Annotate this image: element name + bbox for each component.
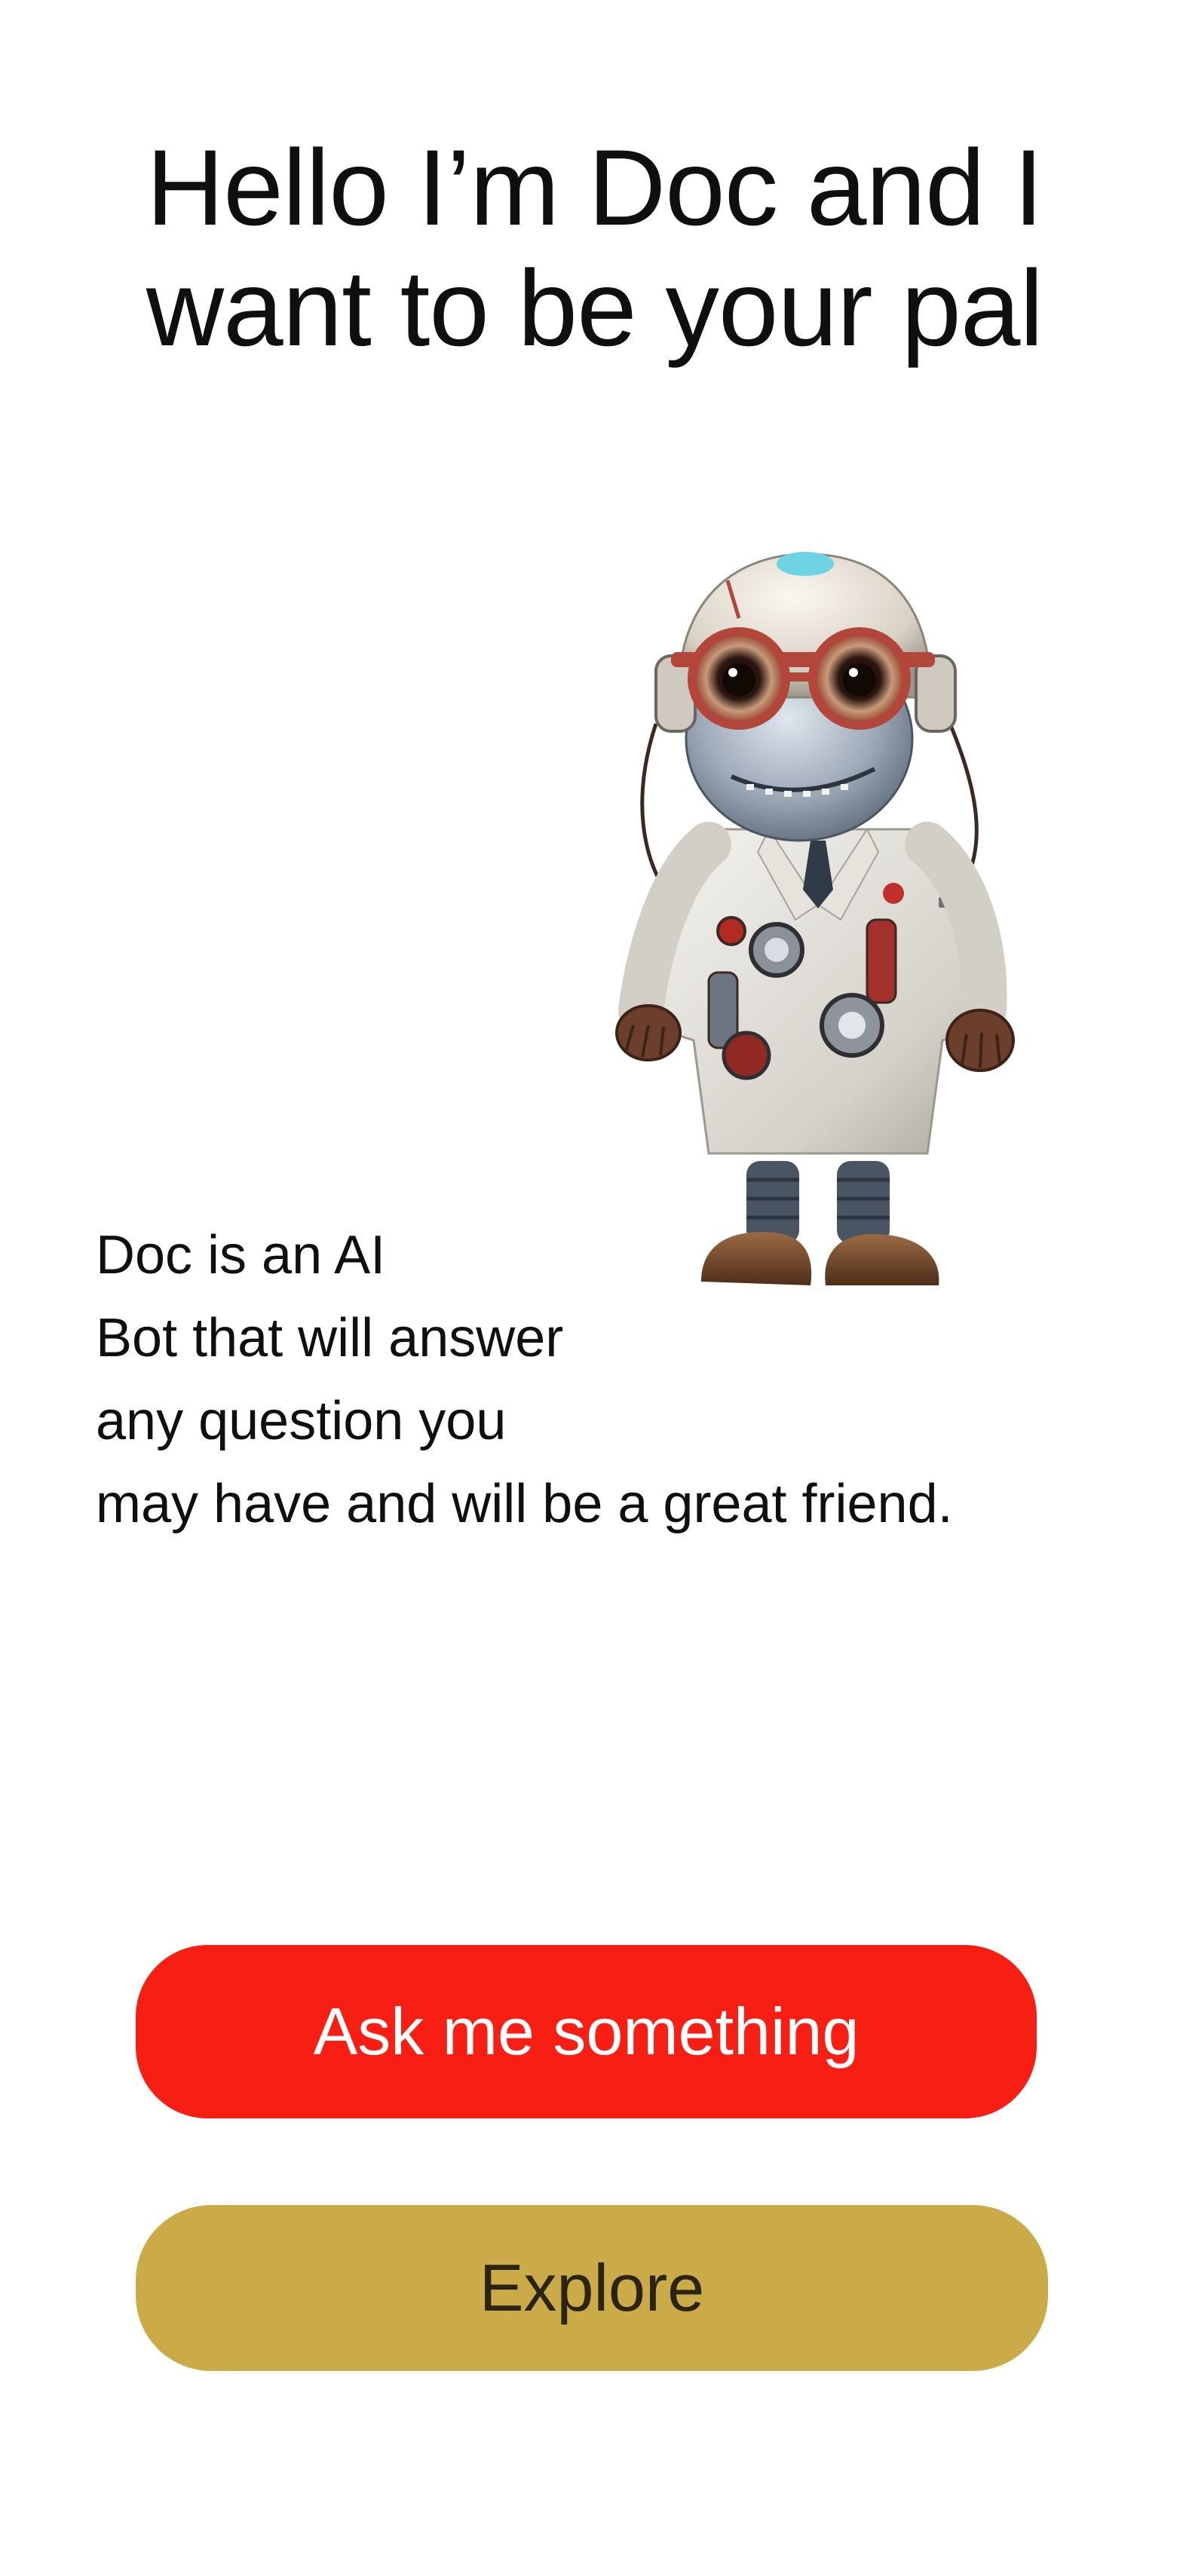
description-line-1: Doc is an AI: [96, 1225, 386, 1285]
bot-description: Doc is an AI Bot that will answer any qu…: [96, 1214, 953, 1545]
title-line-2: want to be your pal: [146, 249, 1043, 369]
explore-button[interactable]: Explore: [136, 2205, 1048, 2371]
page-title: Hello I’m Doc and I want to be your pal: [0, 128, 1189, 369]
description-line-3: any question you: [96, 1391, 507, 1451]
robot-doctor-mascot-icon: [596, 498, 1048, 1297]
description-line-4: may have and will be a great friend.: [96, 1474, 953, 1534]
title-line-1: Hello I’m Doc and I: [146, 128, 1043, 248]
description-line-2: Bot that will answer: [96, 1308, 564, 1368]
ask-me-something-button[interactable]: Ask me something: [136, 1945, 1037, 2118]
